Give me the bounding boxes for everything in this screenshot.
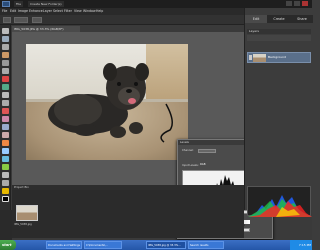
tab-share[interactable]: Share <box>291 15 313 23</box>
minimize-icon[interactable] <box>286 1 292 6</box>
menu-layer[interactable]: Layer <box>43 8 52 15</box>
app-logo-icon <box>2 1 10 7</box>
input-levels-label: Input Levels: <box>182 164 199 167</box>
menu-view[interactable]: View <box>74 8 82 15</box>
paint-bucket-icon[interactable] <box>2 156 9 162</box>
project-bin <box>12 190 244 238</box>
layers-panel-header[interactable]: Layers <box>247 29 311 34</box>
bin-thumbnail[interactable] <box>16 205 38 221</box>
document-image[interactable] <box>26 44 188 160</box>
blur-tool-icon[interactable] <box>2 180 9 186</box>
menu-window[interactable]: Window <box>83 8 96 15</box>
tool-options-bar <box>0 15 244 25</box>
lasso-tool-icon[interactable] <box>2 68 9 74</box>
menu-edit[interactable]: Edit <box>10 8 16 15</box>
crop-tool-icon[interactable] <box>2 100 9 106</box>
menu-filter[interactable]: Filter <box>64 8 72 15</box>
tab-edit[interactable]: Edit <box>245 15 267 23</box>
tools-panel <box>0 25 11 210</box>
color-histogram <box>248 195 312 217</box>
start-button[interactable]: start <box>0 240 16 250</box>
menu-enhance[interactable]: Enhance <box>29 8 43 15</box>
clone-stamp-icon[interactable] <box>2 124 9 130</box>
smart-brush-icon[interactable] <box>2 148 9 154</box>
maximize-icon[interactable] <box>294 1 300 6</box>
bin-thumbnail-label: IMG_5038.jpg <box>14 223 32 226</box>
dog-illustration <box>48 63 173 143</box>
healing-brush-icon[interactable] <box>2 116 9 122</box>
menu-file[interactable]: File <box>2 8 7 15</box>
option-field[interactable] <box>32 17 42 23</box>
taskbar-item-explorer[interactable]: C:\Documents\... <box>84 241 122 249</box>
sponge-tool-icon[interactable] <box>2 188 9 194</box>
eyedropper-tool-icon[interactable] <box>2 52 9 58</box>
red-eye-tool-icon[interactable] <box>2 108 9 114</box>
channel-select[interactable]: RGB <box>198 149 216 166</box>
menu-help[interactable]: Help <box>96 8 103 15</box>
layers-toolbar <box>247 35 311 41</box>
zoom-tool-icon[interactable] <box>2 36 9 42</box>
eraser-tool-icon[interactable] <box>2 132 9 138</box>
menu-image[interactable]: Image <box>18 8 28 15</box>
layer-row-background[interactable]: Background <box>247 52 311 63</box>
tool-preset-icon[interactable] <box>3 17 11 23</box>
title-tab-create-folder[interactable]: Create New Folder(s) <box>28 1 64 7</box>
channel-value: RGB <box>200 163 206 166</box>
gradient-tool-icon[interactable] <box>2 164 9 170</box>
type-tool-icon[interactable] <box>2 92 9 98</box>
taskbar-item-documents[interactable]: Documents and Settings <box>46 241 82 249</box>
panel-tabs: Edit Create Share <box>245 15 313 23</box>
layer-thumbnail <box>253 54 266 62</box>
close-icon[interactable] <box>302 1 308 6</box>
magic-wand-tool-icon[interactable] <box>2 76 9 82</box>
photoshop-elements-window: File Create New Folder(s) File Edit Imag… <box>0 0 313 250</box>
hand-tool-icon[interactable] <box>2 44 9 50</box>
shape-tool-icon[interactable] <box>2 172 9 178</box>
layer-name: Background <box>268 55 286 59</box>
right-panel: Edit Create Share Layers Background <box>244 8 313 217</box>
tool-swatches-area <box>0 210 12 240</box>
tab-create[interactable]: Create <box>268 15 290 23</box>
system-tray-clock: 7:15 PM <box>290 240 312 250</box>
move-tool-icon[interactable] <box>2 28 9 34</box>
histogram-panel <box>247 186 312 217</box>
menu-select[interactable]: Select <box>53 8 63 15</box>
menu-bar: File Edit Image Enhance Layer Select Fil… <box>0 8 244 15</box>
taskbar-item-photoshop[interactable]: IMG_5038.jpg @ 33.3%... <box>146 241 186 249</box>
title-bar: File Create New Folder(s) <box>0 0 312 8</box>
brush-tool-icon[interactable] <box>2 140 9 146</box>
taskbar-item-search[interactable]: Search results <box>188 241 224 249</box>
foreground-color-swatch[interactable] <box>2 196 9 202</box>
title-tab-file[interactable]: File <box>14 1 24 7</box>
marquee-tool-icon[interactable] <box>2 60 9 66</box>
windows-taskbar: start Documents and Settings C:\Document… <box>0 240 312 250</box>
quick-selection-tool-icon[interactable] <box>2 84 9 90</box>
option-dropdown[interactable] <box>14 17 28 23</box>
channel-label: Channel: <box>182 149 194 152</box>
visibility-eye-icon[interactable] <box>249 55 252 60</box>
